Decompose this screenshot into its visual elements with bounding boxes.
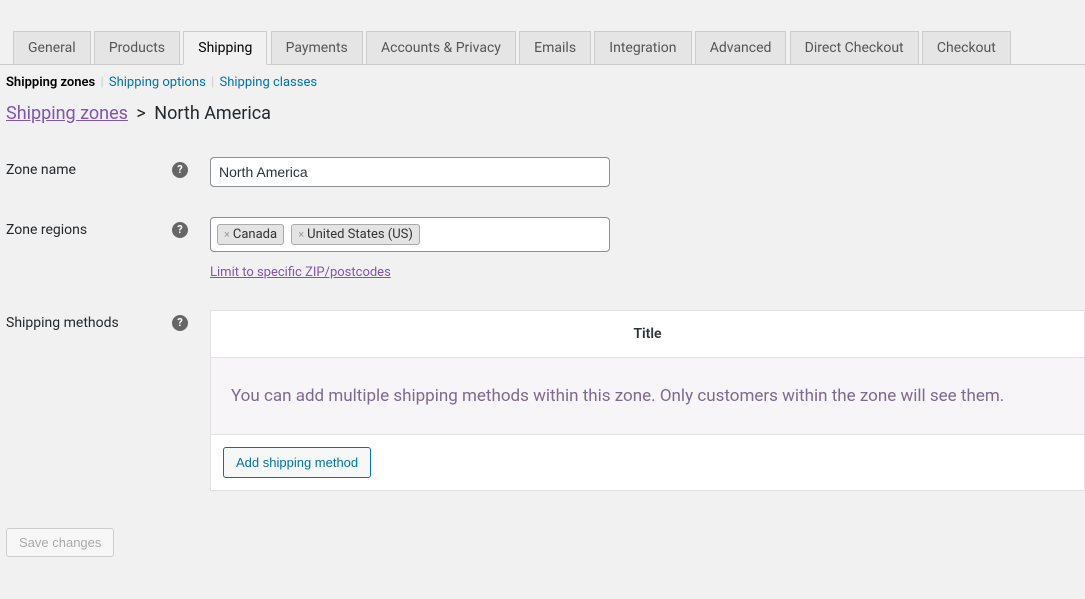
zone-regions-select[interactable]: ×Canada ×United States (US): [210, 217, 610, 252]
subtab-shipping-zones[interactable]: Shipping zones: [6, 75, 95, 90]
zone-name-input[interactable]: [210, 157, 610, 187]
help-icon[interactable]: ?: [172, 162, 188, 178]
methods-placeholder-text: You can add multiple shipping methods wi…: [211, 358, 1085, 435]
tab-general[interactable]: General: [13, 31, 91, 64]
settings-tabs: General Products Shipping Payments Accou…: [0, 0, 1085, 65]
save-changes-button[interactable]: Save changes: [6, 528, 114, 557]
subtab-shipping-options[interactable]: Shipping options: [109, 75, 206, 90]
help-icon[interactable]: ?: [172, 315, 188, 331]
tab-shipping[interactable]: Shipping: [183, 31, 267, 65]
shipping-methods-table: Title You can add multiple shipping meth…: [210, 310, 1085, 491]
tab-emails[interactable]: Emails: [519, 31, 591, 64]
shipping-methods-label: Shipping methods: [6, 315, 119, 331]
region-tag-us: ×United States (US): [291, 224, 420, 245]
zone-name-label: Zone name: [6, 162, 76, 178]
breadcrumb: Shipping zones > North America: [0, 90, 1085, 124]
remove-region-icon[interactable]: ×: [224, 228, 230, 241]
tab-direct-checkout[interactable]: Direct Checkout: [790, 31, 919, 64]
limit-postcodes-link[interactable]: Limit to specific ZIP/postcodes: [210, 265, 1075, 280]
add-shipping-method-button[interactable]: Add shipping method: [223, 447, 371, 478]
tab-advanced[interactable]: Advanced: [695, 31, 787, 64]
tab-integration[interactable]: Integration: [594, 31, 691, 64]
zone-regions-label: Zone regions: [6, 222, 87, 238]
remove-region-icon[interactable]: ×: [298, 228, 304, 241]
breadcrumb-current: North America: [154, 103, 271, 124]
tab-products[interactable]: Products: [94, 31, 180, 64]
tab-accounts-privacy[interactable]: Accounts & Privacy: [366, 31, 516, 64]
subtab-shipping-classes[interactable]: Shipping classes: [219, 75, 317, 90]
zone-settings-form: Zone name ? Zone regions ? ×Canada ×Unit…: [0, 142, 1085, 506]
sub-navigation: Shipping zones | Shipping options | Ship…: [0, 65, 1085, 90]
breadcrumb-root-link[interactable]: Shipping zones: [6, 103, 128, 124]
table-header-title: Title: [211, 311, 1085, 358]
help-icon[interactable]: ?: [172, 222, 188, 238]
region-tag-canada: ×Canada: [217, 224, 284, 245]
tab-payments[interactable]: Payments: [271, 31, 363, 64]
tab-checkout[interactable]: Checkout: [922, 31, 1011, 64]
